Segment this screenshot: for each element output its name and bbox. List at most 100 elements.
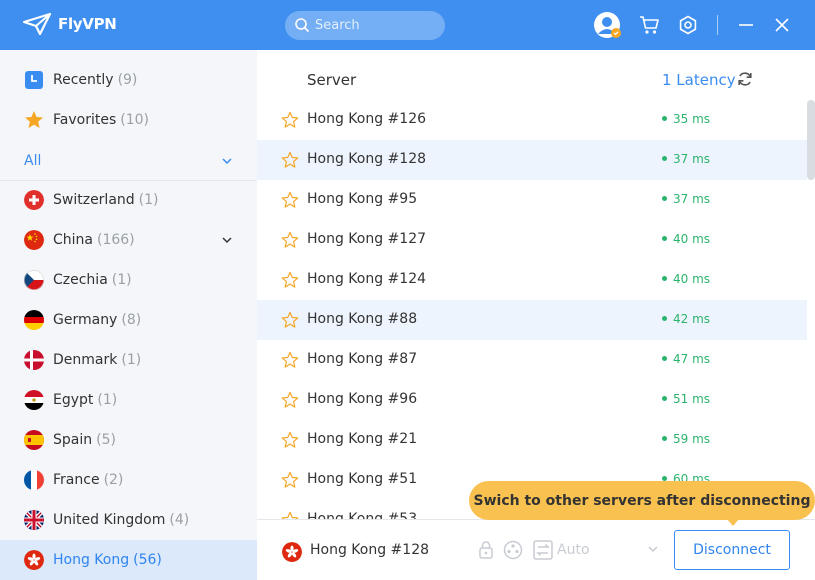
- server-row[interactable]: Hong Kong #87 47 ms: [257, 340, 807, 380]
- server-latency: 59 ms: [662, 432, 710, 446]
- disconnect-tooltip: Swich to other servers after disconnecti…: [469, 481, 815, 526]
- disconnect-button[interactable]: Disconnect: [674, 530, 790, 570]
- sidebar-item-recently[interactable]: Recently (9): [0, 60, 257, 100]
- favorite-star-icon[interactable]: [281, 151, 299, 169]
- denmark-flag-icon: [24, 350, 44, 370]
- sidebar-item-france[interactable]: France (2): [0, 460, 257, 500]
- server-name: Hong Kong #95: [307, 191, 418, 207]
- server-latency: 42 ms: [662, 312, 710, 326]
- chevron-down-icon: [222, 158, 232, 165]
- lock-icon[interactable]: [477, 540, 495, 560]
- star-icon: [24, 110, 44, 130]
- cart-icon: [640, 16, 659, 34]
- sidebar-item-united-kingdom[interactable]: United Kingdom (4): [0, 500, 257, 540]
- server-latency: 47 ms: [662, 352, 710, 366]
- protocol-switch-icon[interactable]: [533, 540, 553, 560]
- sidebar-item-label: Hong Kong: [53, 552, 130, 568]
- mode-select-value[interactable]: Auto: [557, 542, 590, 558]
- server-latency: 51 ms: [662, 392, 710, 406]
- sidebar-item-favorites[interactable]: Favorites (10): [0, 100, 257, 140]
- sidebar-item-label: Denmark: [53, 352, 118, 368]
- server-name: Hong Kong #96: [307, 391, 418, 407]
- title-bar: FlyVPN: [0, 0, 815, 50]
- minimize-icon: [739, 24, 753, 26]
- server-name: Hong Kong #87: [307, 351, 418, 367]
- server-row[interactable]: Hong Kong #21 59 ms: [257, 420, 807, 460]
- scrollbar-thumb[interactable]: [807, 100, 815, 180]
- favorite-star-icon[interactable]: [281, 391, 299, 409]
- sidebar-item-label: Switzerland: [53, 192, 135, 208]
- sidebar-item-switzerland[interactable]: Switzerland (1): [0, 180, 257, 220]
- sidebar-item-china[interactable]: China (166): [0, 220, 257, 260]
- server-row[interactable]: Hong Kong #124 40 ms: [257, 260, 807, 300]
- sidebar-item-germany[interactable]: Germany (8): [0, 300, 257, 340]
- sidebar-item-egypt[interactable]: Egypt (1): [0, 380, 257, 420]
- server-name: Hong Kong #126: [307, 111, 427, 127]
- server-row[interactable]: Hong Kong #88 42 ms: [257, 300, 807, 340]
- favorite-star-icon[interactable]: [281, 311, 299, 329]
- sidebar-item-label: Czechia: [53, 272, 108, 288]
- sidebar-item-count: (9): [117, 72, 138, 88]
- sidebar-item-spain[interactable]: Spain (5): [0, 420, 257, 460]
- server-row[interactable]: Hong Kong #96 51 ms: [257, 380, 807, 420]
- settings-button[interactable]: [674, 11, 702, 39]
- search-box[interactable]: [285, 11, 445, 40]
- sidebar-item-label: Recently: [53, 72, 114, 88]
- search-input[interactable]: [315, 11, 435, 40]
- sidebar-item-label: Favorites: [53, 112, 117, 128]
- sidebar-item-count: (2): [103, 472, 124, 488]
- column-header-latency[interactable]: 1 Latency: [662, 71, 736, 89]
- server-row[interactable]: Hong Kong #127 40 ms: [257, 220, 807, 260]
- sidebar-item-hong-kong[interactable]: Hong Kong (56): [0, 540, 257, 580]
- server-list-panel: Server 1 Latency Hong Kong #126 35 ms Hong…: [257, 50, 815, 520]
- favorite-star-icon[interactable]: [281, 271, 299, 289]
- favorite-star-icon[interactable]: [281, 431, 299, 449]
- cart-button[interactable]: [636, 11, 664, 39]
- favorite-star-icon[interactable]: [281, 351, 299, 369]
- sidebar-item-all[interactable]: All: [0, 141, 257, 181]
- server-name: Hong Kong #127: [307, 231, 427, 247]
- server-latency: 40 ms: [662, 232, 710, 246]
- sidebar-item-czechia[interactable]: Czechia (1): [0, 260, 257, 300]
- connection-bar: Hong Kong #128 Auto Disconnect: [257, 519, 815, 580]
- sidebar-item-count: (10): [120, 112, 149, 128]
- favorite-star-icon[interactable]: [281, 231, 299, 249]
- hong-kong-flag-icon: [24, 550, 44, 570]
- server-name: Hong Kong #51: [307, 471, 418, 487]
- sidebar-item-count: (56): [133, 552, 162, 568]
- column-header-server[interactable]: Server: [307, 71, 356, 89]
- sidebar-item-label: China: [53, 232, 93, 248]
- sidebar-item-count: (8): [121, 312, 142, 328]
- sidebar-item-label: Germany: [53, 312, 118, 328]
- favorite-star-icon[interactable]: [281, 191, 299, 209]
- favorite-star-icon[interactable]: [281, 111, 299, 129]
- chevron-down-icon[interactable]: [647, 543, 659, 555]
- network-icon[interactable]: [503, 540, 523, 560]
- avatar[interactable]: [593, 11, 621, 39]
- favorite-star-icon[interactable]: [281, 471, 299, 489]
- server-row[interactable]: Hong Kong #95 37 ms: [257, 180, 807, 220]
- sidebar-item-count: (166): [97, 232, 135, 248]
- clock-icon: [24, 70, 44, 90]
- sidebar-all-label: All: [24, 153, 42, 169]
- sidebar-item-denmark[interactable]: Denmark (1): [0, 340, 257, 380]
- server-name: Hong Kong #128: [307, 151, 427, 167]
- logo-icon: [22, 12, 52, 36]
- minimize-button[interactable]: [732, 11, 760, 39]
- server-latency: 37 ms: [662, 152, 710, 166]
- app-logo: FlyVPN: [22, 12, 117, 36]
- china-flag-icon: [24, 230, 44, 250]
- server-row[interactable]: Hong Kong #126 35 ms: [257, 100, 807, 140]
- close-button[interactable]: [768, 11, 796, 39]
- settings-icon: [679, 15, 697, 35]
- search-icon: [295, 18, 309, 32]
- sidebar-item-label: Egypt: [53, 392, 94, 408]
- sidebar-item-count: (4): [169, 512, 190, 528]
- server-row[interactable]: Hong Kong #128 37 ms: [257, 140, 807, 180]
- refresh-icon[interactable]: [737, 71, 753, 87]
- chevron-down-icon[interactable]: [221, 234, 233, 246]
- user-avatar-icon: [594, 12, 621, 38]
- sidebar-item-label: Spain: [53, 432, 93, 448]
- egypt-flag-icon: [24, 390, 44, 410]
- uk-flag-icon: [24, 510, 44, 530]
